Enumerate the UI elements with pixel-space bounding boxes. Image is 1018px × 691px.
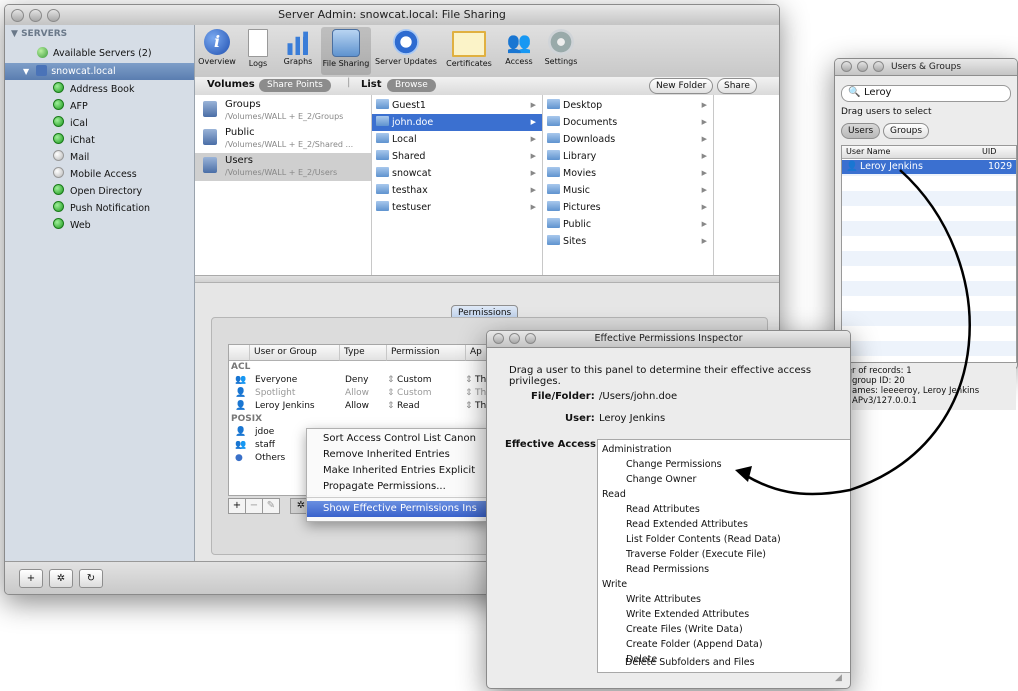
arrowhead-icon	[735, 466, 752, 482]
drag-arrow-annotation	[735, 169, 971, 496]
drag-arrow-path	[744, 169, 971, 496]
